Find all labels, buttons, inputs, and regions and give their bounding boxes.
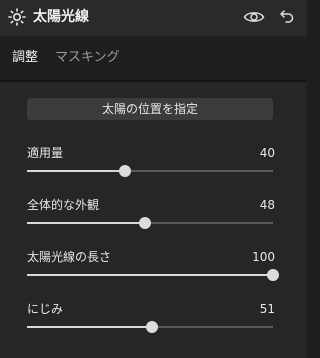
tab-masking[interactable]: マスキング	[55, 50, 120, 66]
undo-icon[interactable]	[278, 7, 296, 25]
slider-label: にじみ	[27, 302, 64, 316]
slider-value[interactable]: 48	[260, 197, 275, 213]
slider-track[interactable]	[27, 217, 273, 229]
slider-label: 適用量	[27, 146, 64, 160]
slider-overall-appearance: 全体的な外観 48	[27, 197, 275, 237]
slider-value[interactable]: 40	[260, 145, 275, 161]
sun-icon	[8, 8, 26, 26]
tab-bar: 調整 マスキング	[0, 36, 307, 80]
slider-fill	[27, 274, 273, 276]
tab-adjust[interactable]: 調整	[12, 50, 38, 66]
slider-label: 太陽光線の長さ	[27, 250, 112, 264]
sun-rays-panel: 太陽光線 調整 マスキング 太陽の位置を指定 適用量 40 全体的な外観 48	[0, 0, 307, 358]
slider-track[interactable]	[27, 321, 273, 333]
slider-knob[interactable]	[267, 269, 279, 281]
panel-header: 太陽光線	[0, 0, 307, 36]
slider-track[interactable]	[27, 269, 279, 281]
slider-ray-length: 太陽光線の長さ 100	[27, 249, 279, 289]
slider-fill	[27, 326, 153, 328]
slider-fill	[27, 170, 126, 172]
slider-knob[interactable]	[119, 165, 132, 177]
panel-title: 太陽光線	[33, 9, 89, 25]
slider-value[interactable]: 51	[260, 301, 275, 317]
slider-track[interactable]	[27, 165, 273, 177]
slider-amount: 適用量 40	[27, 145, 275, 185]
adjust-content: 太陽の位置を指定 適用量 40 全体的な外観 48 太陽光線の長さ 100 にじ…	[0, 82, 307, 358]
set-sun-position-button[interactable]: 太陽の位置を指定	[27, 98, 273, 120]
slider-label: 全体的な外観	[27, 198, 100, 212]
eye-icon[interactable]	[243, 8, 265, 26]
slider-fill	[27, 222, 146, 224]
slider-knob[interactable]	[146, 321, 159, 333]
slider-blur: にじみ 51	[27, 301, 275, 341]
slider-value[interactable]: 100	[252, 249, 275, 265]
slider-knob[interactable]	[139, 217, 152, 229]
